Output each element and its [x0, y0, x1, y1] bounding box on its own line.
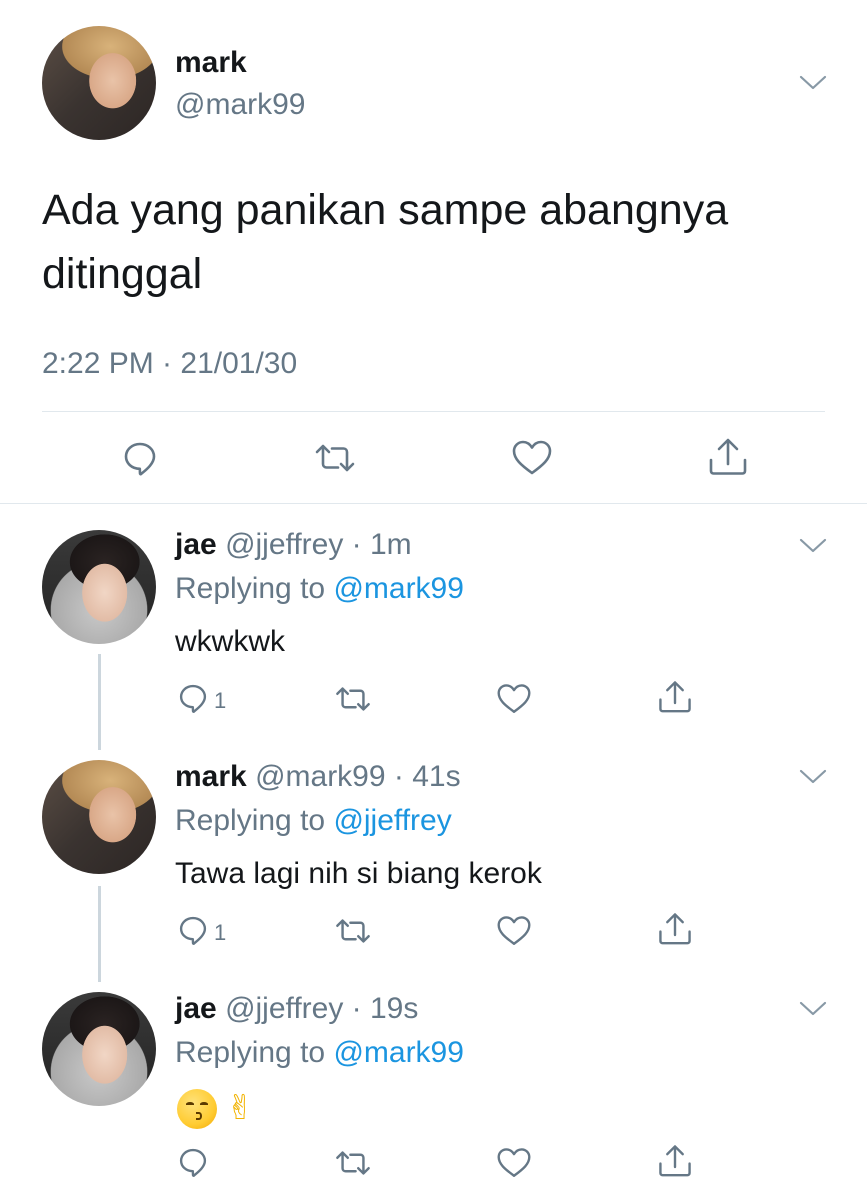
- divider: [0, 503, 867, 504]
- reply-icon: [176, 681, 210, 720]
- author-name[interactable]: mark: [175, 46, 247, 80]
- like-button[interactable]: [495, 1146, 533, 1185]
- reply-icon: [176, 913, 210, 952]
- share-button[interactable]: [656, 911, 694, 952]
- tweet-text: Tawa lagi nih si biang kerok: [175, 857, 542, 890]
- like-button[interactable]: [495, 914, 533, 953]
- author-handle-time[interactable]: @jjeffrey · 1m: [225, 528, 412, 561]
- share-button[interactable]: [706, 436, 750, 483]
- reply-icon: [176, 1145, 210, 1184]
- avatar[interactable]: [42, 530, 156, 644]
- retweet-button[interactable]: [333, 915, 373, 952]
- mention-link[interactable]: @jjeffrey: [333, 804, 451, 837]
- reply-header: jae @jjeffrey · 1m: [175, 528, 412, 562]
- retweet-button[interactable]: [312, 440, 358, 481]
- replying-to: Replying to @jjeffrey: [175, 804, 452, 837]
- mention-link[interactable]: @mark99: [333, 572, 464, 605]
- chevron-down-icon[interactable]: [798, 998, 828, 1018]
- like-button[interactable]: [495, 682, 533, 721]
- thread-line: [98, 886, 101, 982]
- author-name[interactable]: jae: [175, 528, 217, 561]
- share-icon: [656, 911, 694, 952]
- avatar[interactable]: [42, 760, 156, 874]
- reply-button[interactable]: [176, 1145, 214, 1184]
- share-icon: [656, 1143, 694, 1184]
- divider: [42, 411, 825, 412]
- tweet-text: Ada yang panikan sampe abangnya ditingga…: [42, 186, 729, 298]
- tweet-text: wkwkwk: [175, 625, 285, 658]
- reply-header: mark @mark99 · 41s: [175, 760, 461, 794]
- heart-icon: [495, 682, 533, 721]
- heart-icon: [495, 1146, 533, 1185]
- thread-line: [98, 654, 101, 750]
- replying-to: Replying to @mark99: [175, 1036, 464, 1069]
- author-handle-time[interactable]: @mark99 · 41s: [255, 760, 461, 793]
- share-icon: [656, 679, 694, 720]
- chevron-down-icon[interactable]: [798, 535, 828, 555]
- author-name[interactable]: jae: [175, 992, 217, 1025]
- reply-button[interactable]: 1: [176, 681, 226, 720]
- kissing-face-emoji: [177, 1089, 217, 1129]
- reply-header: jae @jjeffrey · 19s: [175, 992, 418, 1026]
- retweet-icon: [312, 440, 358, 481]
- retweet-button[interactable]: [333, 1147, 373, 1184]
- chevron-down-icon[interactable]: [798, 72, 828, 92]
- like-button[interactable]: [510, 438, 554, 483]
- reply-icon: [120, 438, 160, 483]
- retweet-icon: [333, 1147, 373, 1184]
- replying-to: Replying to @mark99: [175, 572, 464, 605]
- reply-button[interactable]: [120, 438, 160, 483]
- share-button[interactable]: [656, 679, 694, 720]
- author-name[interactable]: mark: [175, 760, 247, 793]
- reply-count: 1: [214, 919, 227, 945]
- share-button[interactable]: [656, 1143, 694, 1184]
- mention-link[interactable]: @mark99: [333, 1036, 464, 1069]
- share-icon: [706, 436, 750, 483]
- tweet-timestamp: 2:22 PM · 21/01/30: [42, 347, 298, 380]
- author-handle-time[interactable]: @jjeffrey · 19s: [225, 992, 418, 1025]
- heart-icon: [495, 914, 533, 953]
- author-handle[interactable]: @mark99: [175, 88, 306, 122]
- victory-hand-emoji: ✌: [226, 1088, 255, 1128]
- heart-icon: [510, 438, 554, 483]
- reply-button[interactable]: 1: [176, 913, 226, 952]
- avatar[interactable]: [42, 992, 156, 1106]
- retweet-icon: [333, 915, 373, 952]
- reply-count: 1: [214, 687, 227, 713]
- retweet-icon: [333, 683, 373, 720]
- retweet-button[interactable]: [333, 683, 373, 720]
- chevron-down-icon[interactable]: [798, 766, 828, 786]
- avatar[interactable]: [42, 26, 156, 140]
